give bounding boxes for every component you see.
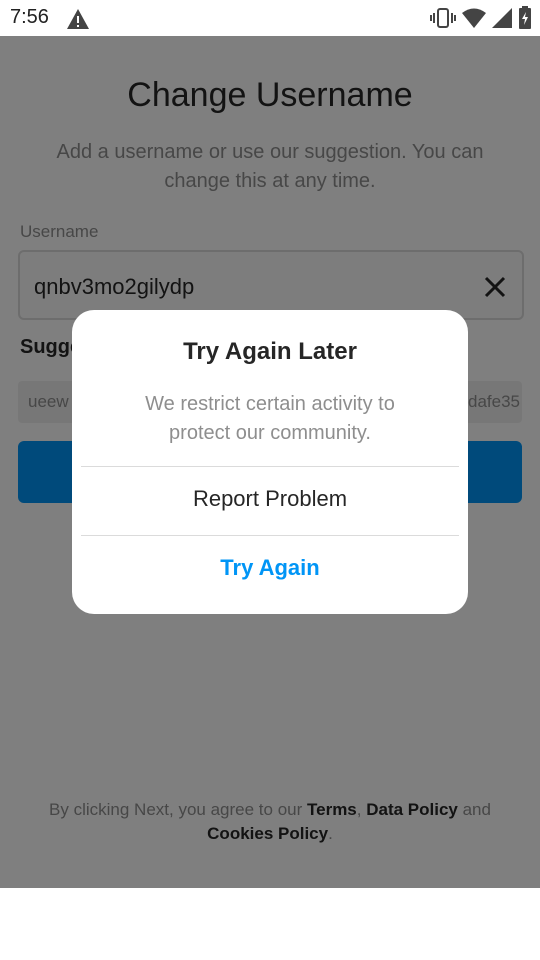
warning-icon	[67, 9, 89, 29]
status-bar: 7:56	[0, 0, 540, 36]
dialog-title: Try Again Later	[183, 338, 357, 365]
battery-icon	[519, 6, 531, 29]
status-time: 7:56	[10, 6, 49, 28]
bottom-blank-area	[0, 888, 540, 960]
try-again-dialog: Try Again Later We restrict certain acti…	[72, 310, 468, 614]
dialog-divider	[81, 466, 459, 467]
report-problem-button[interactable]: Report Problem	[72, 486, 468, 512]
vibrate-icon	[430, 8, 456, 28]
dialog-message: We restrict certain activity to protect …	[145, 393, 395, 444]
dialog-divider	[81, 535, 459, 536]
try-again-button[interactable]: Try Again	[72, 555, 468, 581]
status-icons	[430, 6, 532, 30]
signal-icon	[492, 8, 512, 28]
wifi-icon	[462, 8, 486, 28]
